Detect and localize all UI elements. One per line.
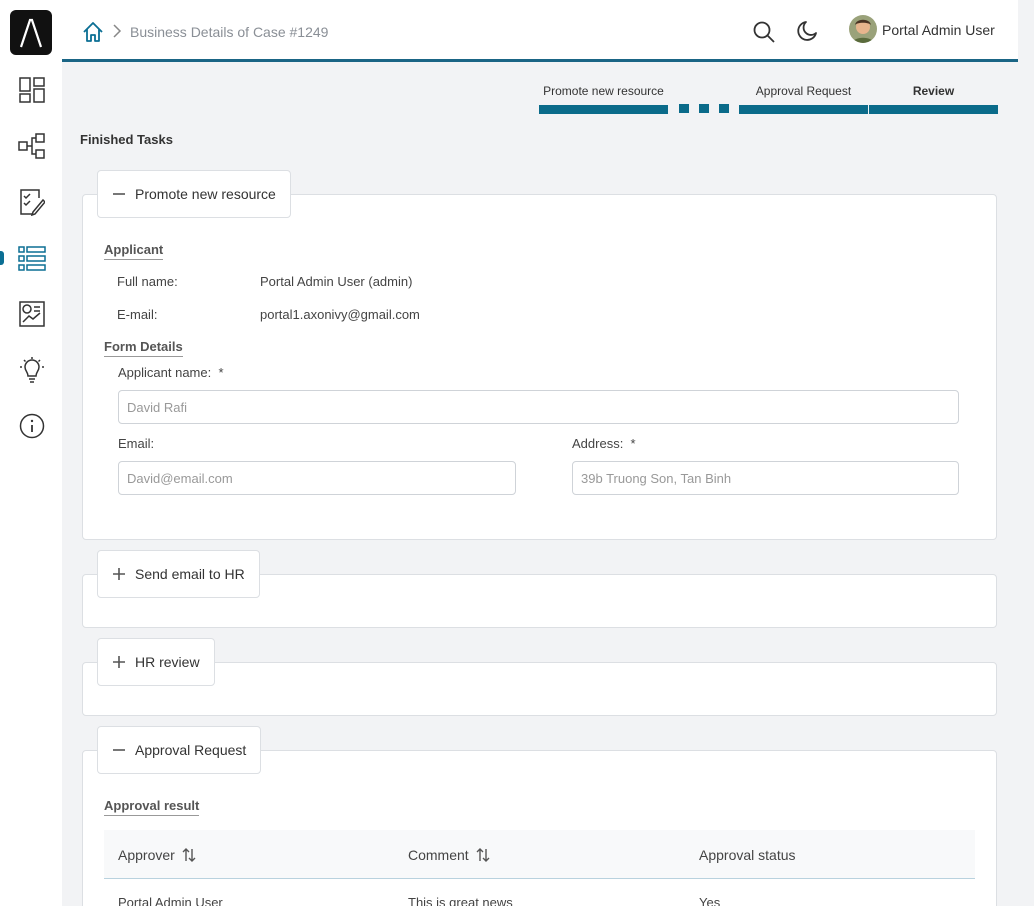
- cell-approver: Portal Admin User: [118, 895, 223, 906]
- task-name: HR review: [135, 654, 200, 670]
- step-bar: [869, 105, 998, 114]
- nav-statistics[interactable]: [16, 298, 48, 330]
- step-label: Promote new resource: [543, 84, 664, 98]
- task-toggle-hr-review[interactable]: HR review: [97, 638, 215, 686]
- nav-tasks[interactable]: [16, 186, 48, 218]
- user-avatar-icon: [849, 15, 877, 43]
- step-collapsed-dot: [699, 104, 709, 113]
- email-label: E-mail:: [117, 307, 158, 322]
- column-label: Comment: [408, 847, 469, 863]
- nav-dashboard[interactable]: [16, 74, 48, 106]
- task-name: Promote new resource: [135, 186, 276, 202]
- process-icon: [18, 133, 45, 159]
- sort-icon: [476, 848, 490, 862]
- email-value: portal1.axonivy@gmail.com: [260, 307, 420, 322]
- statistics-icon: [19, 301, 45, 327]
- app-logo[interactable]: [10, 10, 52, 55]
- step-label: Approval Request: [755, 84, 852, 98]
- step-bar: [539, 105, 668, 114]
- case-list-icon: [18, 246, 46, 271]
- home-icon[interactable]: [82, 21, 104, 43]
- approval-result-title: Approval result: [104, 798, 200, 816]
- cell-comment: This is great news: [408, 895, 513, 906]
- approval-table-header: Approver Comment Approval status: [104, 830, 975, 879]
- task-icon: [20, 189, 45, 216]
- column-label: Approver: [118, 847, 175, 863]
- address-label: Address: *: [572, 436, 636, 451]
- step-bar: [739, 105, 868, 114]
- form-details-title: Form Details: [104, 339, 183, 357]
- step-collapsed-dot: [679, 104, 689, 113]
- step-promote-new-resource: Promote new resource: [539, 84, 668, 114]
- finished-tasks-title: Finished Tasks: [80, 132, 173, 147]
- applicant-name-label: Applicant name: *: [118, 365, 224, 380]
- chevron-right-icon: [113, 24, 122, 38]
- sidebar: [0, 0, 62, 906]
- dark-mode-icon[interactable]: [796, 20, 818, 42]
- full-name-label: Full name:: [117, 274, 178, 289]
- dashboard-icon: [19, 77, 45, 103]
- applicant-name-field[interactable]: [118, 390, 959, 424]
- avatar[interactable]: [849, 15, 877, 43]
- sort-icon: [182, 848, 196, 862]
- task-toggle-approval[interactable]: Approval Request: [97, 726, 262, 774]
- top-bar: Business Details of Case #1249 Portal Ad…: [62, 0, 1018, 62]
- column-approver[interactable]: Approver: [118, 847, 197, 863]
- cell-approval-status: Yes: [699, 895, 721, 906]
- idea-icon: [20, 357, 44, 383]
- active-indicator: [0, 251, 4, 265]
- task-panel-hr-review: [82, 662, 997, 716]
- user-name[interactable]: Portal Admin User: [882, 22, 995, 38]
- task-toggle-promote[interactable]: Promote new resource: [97, 170, 291, 218]
- column-approval-status: Approval status: [699, 847, 796, 863]
- nav-about[interactable]: [16, 410, 48, 442]
- column-label: Approval status: [699, 847, 796, 863]
- step-approval-request: Approval Request: [739, 84, 868, 114]
- nav-cases[interactable]: [16, 242, 48, 274]
- nav-processes[interactable]: [16, 130, 48, 162]
- search-icon[interactable]: [752, 20, 776, 44]
- address-field[interactable]: [572, 461, 959, 495]
- breadcrumb-current: Business Details of Case #1249: [130, 24, 329, 40]
- minus-icon: [113, 193, 125, 195]
- applicant-title: Applicant: [104, 242, 164, 260]
- step-collapsed-dot: [719, 104, 729, 113]
- minus-icon: [113, 749, 125, 751]
- nav-showcase[interactable]: [16, 354, 48, 386]
- plus-icon: [113, 568, 125, 580]
- task-toggle-send-email[interactable]: Send email to HR: [97, 550, 260, 598]
- task-name: Send email to HR: [135, 566, 245, 582]
- step-review: Review: [869, 84, 998, 114]
- logo-icon: [19, 18, 43, 47]
- column-comment[interactable]: Comment: [408, 847, 491, 863]
- email-field[interactable]: [118, 461, 516, 495]
- task-name: Approval Request: [135, 742, 247, 758]
- info-icon: [19, 413, 45, 439]
- plus-icon: [113, 656, 125, 668]
- step-label-current: Review: [912, 84, 955, 98]
- full-name-value: Portal Admin User (admin): [260, 274, 413, 289]
- email-field-label: Email:: [118, 436, 155, 451]
